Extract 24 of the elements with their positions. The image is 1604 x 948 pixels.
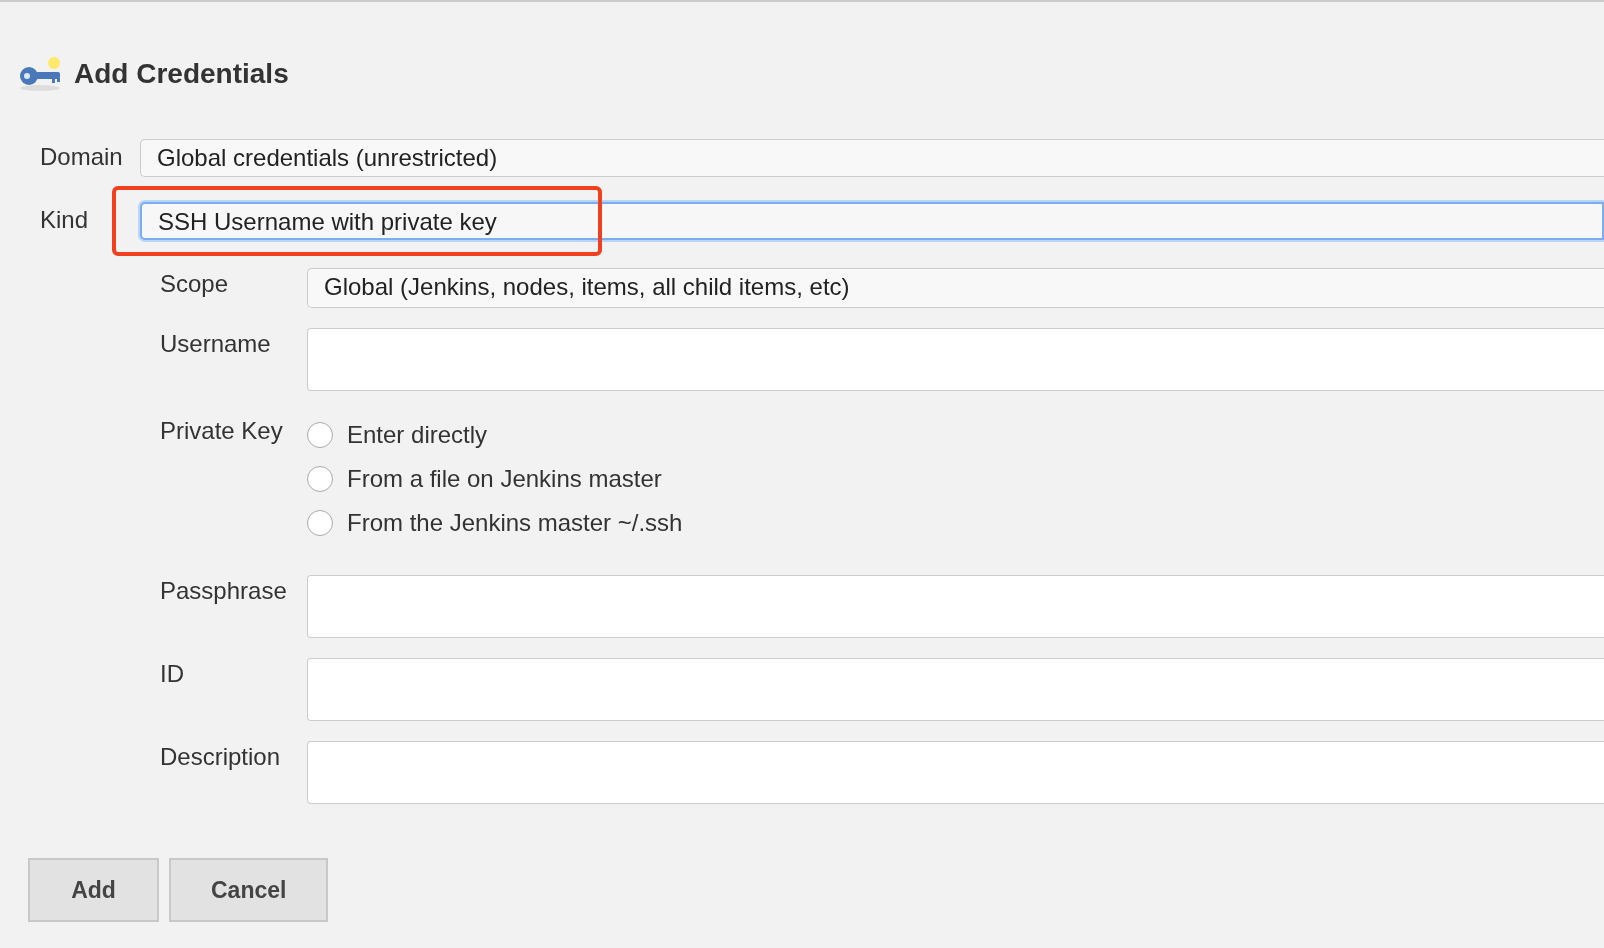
- field-label: Private Key: [160, 416, 284, 445]
- username-field[interactable]: [307, 328, 1604, 391]
- field-label: Kind: [40, 205, 90, 234]
- radio-button[interactable]: [307, 422, 333, 448]
- field-label: Description: [160, 742, 282, 771]
- text-field[interactable]: [307, 658, 1604, 721]
- text-field[interactable]: [307, 575, 1604, 638]
- radio-button[interactable]: [307, 466, 333, 492]
- radio-label: From a file on Jenkins master: [347, 465, 662, 493]
- field-label: Domain: [40, 142, 124, 171]
- radio-label: From the Jenkins master ~/.ssh: [347, 509, 683, 537]
- field-label: Passphrase: [160, 576, 288, 605]
- scope-dropdown[interactable]: Global (Jenkins, nodes, items, all child items, etc): [307, 268, 1604, 308]
- radio-label: Enter directly: [347, 421, 488, 449]
- kind-dropdown[interactable]: SSH Username with private key: [140, 202, 1604, 240]
- radio-button[interactable]: [307, 510, 333, 536]
- field-label: ID: [160, 659, 185, 688]
- text-field[interactable]: [307, 741, 1604, 804]
- field-label: Username: [160, 329, 272, 358]
- add-button[interactable]: Add: [28, 858, 159, 922]
- field-label: Scope: [160, 269, 230, 298]
- cancel-button[interactable]: Cancel: [169, 858, 329, 922]
- page-title: Add Credentials: [74, 58, 289, 90]
- domain-dropdown[interactable]: Global credentials (unrestricted): [140, 139, 1604, 177]
